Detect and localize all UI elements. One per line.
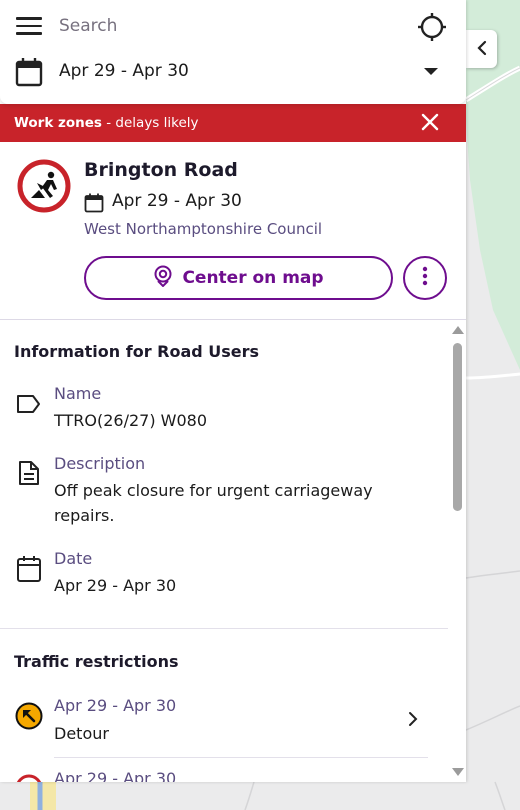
info-section-title: Information for Road Users xyxy=(14,342,260,361)
calendar-icon xyxy=(15,57,43,91)
name-label: Name xyxy=(54,384,102,403)
collapse-panel-button[interactable] xyxy=(466,30,497,68)
banner-subtitle: - delays likely xyxy=(101,115,199,131)
date-value: Apr 29 - Apr 30 xyxy=(54,576,177,595)
center-on-map-label: Center on map xyxy=(182,268,324,288)
map-pin-icon xyxy=(153,265,173,292)
more-vertical-icon xyxy=(422,266,428,290)
date-label: Date xyxy=(54,549,93,568)
search-bar: Search Apr 29 - Apr 30 xyxy=(0,0,466,104)
calendar-icon xyxy=(84,193,104,217)
calendar-icon xyxy=(16,555,42,587)
more-options-button[interactable] xyxy=(403,256,447,300)
details-scroll-area[interactable]: Information for Road Users Name TTRO(26/… xyxy=(0,320,466,782)
incident-dates: Apr 29 - Apr 30 xyxy=(112,191,242,211)
chevron-down-icon[interactable] xyxy=(424,68,438,75)
menu-icon[interactable] xyxy=(16,17,42,35)
closure-icon xyxy=(15,774,43,782)
document-icon xyxy=(18,460,40,490)
search-input[interactable]: Search xyxy=(59,16,117,36)
incident-authority: West Northamptonshire Council xyxy=(84,220,323,238)
chevron-right-icon[interactable] xyxy=(408,711,418,732)
work-zones-banner: Work zones - delays likely xyxy=(0,104,466,142)
detour-icon xyxy=(15,702,43,730)
restrictions-section-title: Traffic restrictions xyxy=(14,652,179,671)
section-divider xyxy=(0,628,448,629)
incident-card: Brington Road Apr 29 - Apr 30 West North… xyxy=(0,142,466,320)
tag-icon xyxy=(16,393,42,419)
center-on-map-button[interactable]: Center on map xyxy=(84,256,393,300)
scroll-down-arrow[interactable] xyxy=(452,768,464,776)
restriction-dates[interactable]: Apr 29 - Apr 30 xyxy=(54,769,176,782)
description-label: Description xyxy=(54,454,146,473)
list-divider xyxy=(54,757,428,758)
close-icon[interactable] xyxy=(420,112,440,134)
restriction-dates[interactable]: Apr 29 - Apr 30 xyxy=(54,696,176,715)
incident-title: Brington Road xyxy=(84,159,238,181)
locate-icon[interactable] xyxy=(417,12,447,42)
scroll-up-arrow[interactable] xyxy=(452,326,464,334)
name-value: TTRO(26/27) W080 xyxy=(54,411,208,430)
scrollbar[interactable] xyxy=(450,320,466,782)
description-value: Off peak closure for urgent carriageway … xyxy=(54,481,373,525)
chevron-left-icon xyxy=(476,37,488,61)
restriction-type[interactable]: Detour xyxy=(54,721,109,746)
roadwork-icon xyxy=(17,159,71,213)
side-panel: Search Apr 29 - Apr 30 Work zones - dela… xyxy=(0,0,466,782)
banner-title: Work zones xyxy=(14,115,102,131)
date-filter-value[interactable]: Apr 29 - Apr 30 xyxy=(59,61,189,81)
scroll-thumb[interactable] xyxy=(453,343,462,511)
